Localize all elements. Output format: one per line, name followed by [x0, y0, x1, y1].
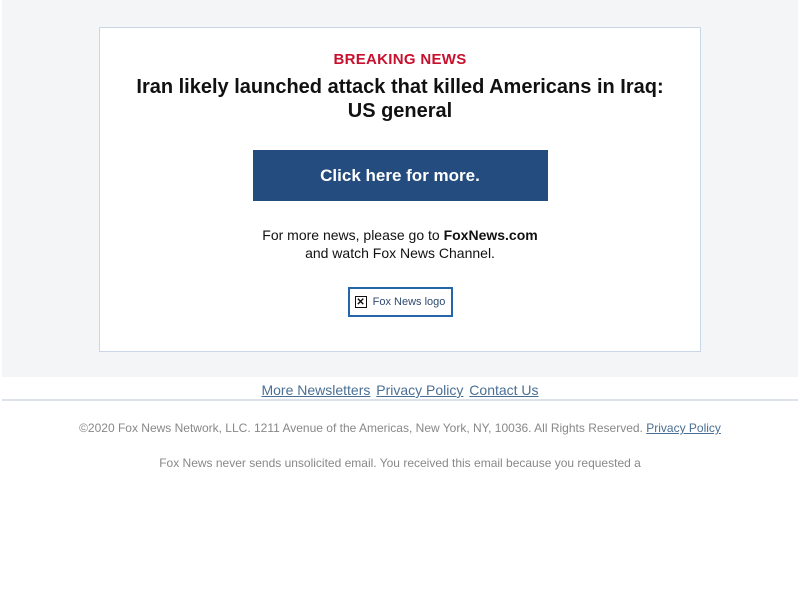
- footer-divider: [2, 399, 798, 401]
- email-disclaimer: Fox News never sends unsolicited email. …: [159, 456, 641, 470]
- copyright-privacy-policy-link[interactable]: Privacy Policy: [646, 421, 721, 435]
- breaking-news-card: BREAKING NEWS Iran likely launched attac…: [99, 27, 701, 352]
- more-news-suffix: and watch Fox News Channel.: [305, 245, 495, 261]
- broken-image-icon: ✕: [354, 296, 367, 308]
- more-news-text: For more news, please go to FoxNews.com …: [100, 226, 700, 262]
- foxnews-site-name: FoxNews.com: [443, 227, 538, 243]
- copyright-line: ©2020 Fox News Network, LLC. 1211 Avenue…: [0, 421, 800, 436]
- headline: Iran likely launched attack that killed …: [136, 76, 664, 122]
- logo-alt-text: Fox News logo: [372, 296, 446, 308]
- privacy-policy-link[interactable]: Privacy Policy: [376, 382, 463, 398]
- copyright-text: ©2020 Fox News Network, LLC. 1211 Avenue…: [79, 421, 643, 435]
- contact-us-link[interactable]: Contact Us: [469, 382, 538, 398]
- click-here-button[interactable]: Click here for more.: [252, 150, 548, 201]
- breaking-news-kicker: BREAKING NEWS: [333, 51, 467, 68]
- footer-links: More Newsletters Privacy Policy Contact …: [0, 381, 800, 399]
- more-newsletters-link[interactable]: More Newsletters: [261, 382, 370, 398]
- more-news-prefix: For more news, please go to: [262, 227, 444, 243]
- fox-news-logo-link[interactable]: ✕ Fox News logo: [347, 287, 453, 317]
